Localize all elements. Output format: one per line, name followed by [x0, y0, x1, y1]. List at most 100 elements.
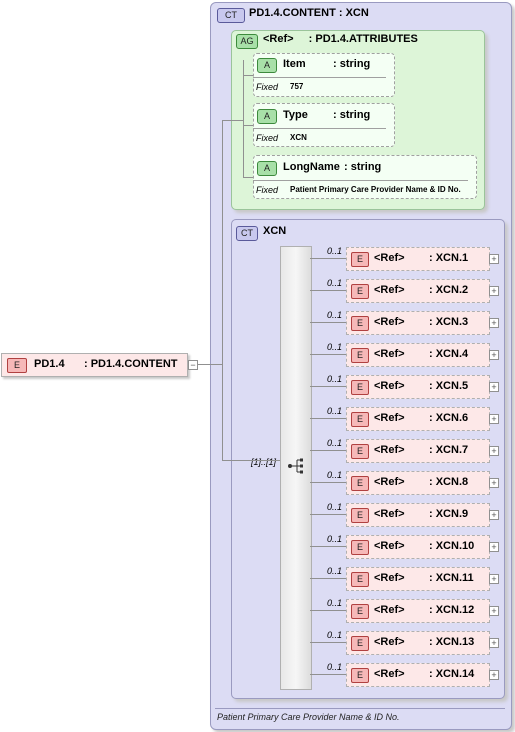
element-type: : XCN.14 — [429, 668, 475, 680]
element-ref: <Ref> — [374, 508, 405, 520]
inner-complex-type-badge: CT — [236, 226, 258, 241]
element-type: : XCN.11 — [429, 572, 474, 584]
element-occurrence: 0..1 — [327, 246, 343, 256]
attribute-connector — [243, 60, 244, 178]
collapse-icon[interactable]: − — [188, 360, 198, 370]
expand-icon[interactable]: + — [489, 318, 499, 328]
element-type: : XCN.6 — [429, 412, 469, 424]
expand-icon[interactable]: + — [489, 446, 499, 456]
element-connector — [310, 546, 346, 547]
attribute-badge: A — [257, 58, 277, 73]
expand-icon[interactable]: + — [489, 670, 499, 680]
element-ref: <Ref> — [374, 412, 405, 424]
element-box[interactable]: E <Ref> : XCN.6 — [346, 407, 490, 431]
expand-icon[interactable]: + — [489, 478, 499, 488]
element-occurrence: 0..1 — [327, 438, 343, 448]
element-type: : XCN.10 — [429, 540, 475, 552]
content-connector — [222, 460, 280, 461]
inner-complex-type-title: XCN — [263, 225, 287, 237]
element-connector — [310, 578, 346, 579]
attribute-badge: A — [257, 109, 277, 124]
attribute-divider — [253, 128, 386, 129]
element-box[interactable]: E <Ref> : XCN.9 — [346, 503, 490, 527]
complex-type-documentation: Patient Primary Care Provider Name & ID … — [217, 712, 400, 722]
element-box[interactable]: E <Ref>: XCN.10 — [346, 535, 490, 559]
attribute-badge: A — [257, 161, 277, 176]
fixed-value: Patient Primary Care Provider Name & ID … — [290, 185, 461, 194]
element-box[interactable]: E <Ref>: XCN.14 — [346, 663, 490, 687]
element-box[interactable]: E <Ref>: XCN.13 — [346, 631, 490, 655]
expand-icon[interactable]: + — [489, 414, 499, 424]
expand-icon[interactable]: + — [489, 638, 499, 648]
element-box[interactable]: E <Ref> : XCN.3 — [346, 311, 490, 335]
element-type: : XCN.12 — [429, 604, 475, 616]
attribute-item-name: Item — [283, 58, 306, 70]
element-occurrence: 0..1 — [327, 630, 343, 640]
element-ref: <Ref> — [374, 252, 405, 264]
attribute-connector — [243, 177, 253, 178]
root-element-name: PD1.4 — [34, 358, 65, 370]
element-type: : XCN.3 — [429, 316, 469, 328]
attribute-connector — [243, 125, 253, 126]
element-box[interactable]: E <Ref>: XCN.8 — [346, 471, 490, 495]
expand-icon[interactable]: + — [489, 254, 499, 264]
expand-icon[interactable]: + — [489, 286, 499, 296]
expand-icon[interactable]: + — [489, 510, 499, 520]
element-box[interactable]: E <Ref>: XCN.12 — [346, 599, 490, 623]
element-badge: E — [351, 508, 369, 523]
element-ref: <Ref> — [374, 444, 405, 456]
attribute-type-name: Type — [283, 109, 308, 121]
element-badge: E — [351, 284, 369, 299]
expand-icon[interactable]: + — [489, 542, 499, 552]
expand-icon[interactable]: + — [489, 574, 499, 584]
element-ref: <Ref> — [374, 636, 405, 648]
expand-icon[interactable]: + — [489, 382, 499, 392]
element-connector — [310, 418, 346, 419]
element-badge: E — [351, 476, 369, 491]
element-occurrence: 0..1 — [327, 598, 343, 608]
element-box[interactable]: E <Ref>: XCN.11 — [346, 567, 490, 591]
attribute-longname-name: LongName — [283, 161, 340, 173]
attribute-connector — [243, 75, 253, 76]
attribute-longname-type: : string — [344, 161, 382, 173]
element-occurrence: 0..1 — [327, 534, 343, 544]
element-ref: <Ref> — [374, 316, 405, 328]
element-badge: E — [351, 412, 369, 427]
fixed-label: Fixed — [256, 133, 279, 143]
element-type: : XCN.8 — [429, 476, 469, 488]
attribute-group-badge: AG — [236, 34, 258, 49]
element-occurrence: 0..1 — [327, 310, 343, 320]
element-box[interactable]: E <Ref>: XCN.2 — [346, 279, 490, 303]
element-badge: E — [351, 348, 369, 363]
element-ref: <Ref> — [374, 380, 405, 392]
expand-icon[interactable]: + — [489, 350, 499, 360]
element-connector — [310, 258, 346, 259]
expand-icon[interactable]: + — [489, 606, 499, 616]
element-occurrence: 0..1 — [327, 342, 343, 352]
element-box[interactable]: E <Ref>: XCN.7 — [346, 439, 490, 463]
element-badge: E — [351, 540, 369, 555]
element-occurrence: 0..1 — [327, 502, 343, 512]
element-box[interactable]: E <Ref>: XCN.5 — [346, 375, 490, 399]
attribute-group-ref: <Ref> : PD1.4.ATTRIBUTES — [263, 33, 418, 45]
element-badge: E — [351, 380, 369, 395]
element-badge: E — [351, 636, 369, 651]
element-type: : XCN.1 — [429, 252, 469, 264]
root-element-box[interactable]: E PD1.4 : PD1.4.CONTENT — [1, 353, 188, 377]
root-element-type: : PD1.4.CONTENT — [84, 358, 178, 370]
element-badge: E — [351, 316, 369, 331]
element-type: : XCN.9 — [429, 508, 469, 520]
element-box[interactable]: E <Ref>: XCN.1 — [346, 247, 490, 271]
sequence-occurrence: [1]..[1] — [251, 457, 277, 467]
element-ref: <Ref> — [374, 668, 405, 680]
element-box[interactable]: E <Ref>: XCN.4 — [346, 343, 490, 367]
element-connector — [310, 642, 346, 643]
element-occurrence: 0..1 — [327, 470, 343, 480]
content-connector — [222, 120, 223, 460]
element-connector — [310, 610, 346, 611]
element-connector — [310, 482, 346, 483]
attribute-item-type: : string — [333, 58, 371, 70]
fixed-label: Fixed — [256, 82, 279, 92]
element-ref: <Ref> — [374, 572, 405, 584]
element-connector — [310, 674, 346, 675]
